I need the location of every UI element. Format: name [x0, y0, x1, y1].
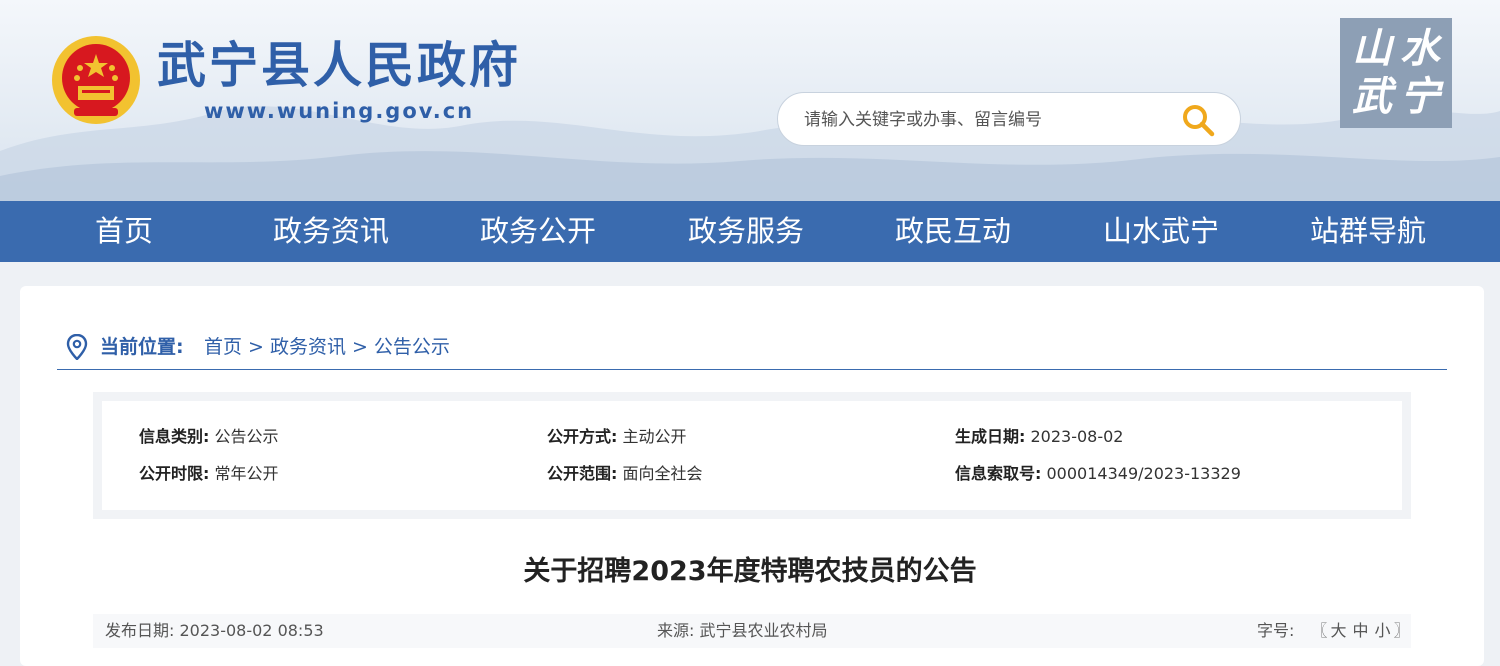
meta-index: 信息索取号: 000014349/2023-13329: [955, 462, 1241, 486]
meta-scope-label: 公开范围:: [547, 464, 618, 483]
publish-info-bar: 发布日期: 2023-08-02 08:53 来源: 武宁县农业农村局 字号: …: [93, 614, 1411, 648]
meta-mode-value: 主动公开: [622, 427, 687, 446]
meta-period-value: 常年公开: [214, 464, 279, 483]
info-metadata-box: [93, 392, 1411, 519]
stamp-char: 水: [1400, 25, 1440, 72]
meta-index-label: 信息索取号:: [955, 464, 1042, 483]
font-bracket-close: 〗: [1393, 621, 1410, 640]
nav-item-disclosure[interactable]: 政务公开: [473, 201, 603, 262]
nav-item-shanshui[interactable]: 山水武宁: [1096, 201, 1226, 262]
meta-category-value: 公告公示: [214, 427, 279, 446]
meta-date-label: 生成日期:: [955, 427, 1026, 446]
article-title: 关于招聘2023年度特聘农技员的公告: [523, 556, 977, 587]
stamp-char: 宁: [1400, 73, 1440, 120]
font-size-small-button[interactable]: 小: [1375, 621, 1391, 640]
site-header: 武宁县人民政府 www.wuning.gov.cn 山 水 武 宁: [0, 0, 1500, 201]
breadcrumb-lead: 当前位置:: [100, 336, 184, 358]
breadcrumb-link-notices[interactable]: 公告公示: [374, 336, 450, 358]
site-title: 武宁县人民政府: [157, 37, 522, 94]
location-pin-icon: [66, 334, 88, 360]
stamp-char: 山: [1352, 25, 1392, 72]
breadcrumb-trail: 首页 > 政务资讯 > 公告公示: [204, 330, 450, 364]
meta-index-value: 000014349/2023-13329: [1046, 464, 1241, 483]
font-size-label: 字号:: [1257, 621, 1295, 640]
nav-item-news[interactable]: 政务资讯: [266, 201, 396, 262]
meta-date: 生成日期: 2023-08-02: [955, 425, 1123, 449]
breadcrumb-separator: >: [248, 336, 264, 358]
publish-date: 发布日期: 2023-08-02 08:53: [105, 614, 324, 648]
info-metadata-inner: [102, 401, 1402, 510]
nav-item-home[interactable]: 首页: [82, 201, 166, 262]
meta-period: 公开时限: 常年公开: [139, 462, 279, 486]
nav-item-services[interactable]: 政务服务: [681, 201, 811, 262]
publish-date-value: 2023-08-02 08:53: [179, 621, 324, 640]
font-size-large-button[interactable]: 大: [1331, 621, 1347, 640]
site-url: www.wuning.gov.cn: [204, 99, 475, 123]
stamp-char: 武: [1352, 73, 1392, 120]
search-input[interactable]: [802, 105, 1166, 135]
meta-scope-value: 面向全社会: [622, 464, 703, 483]
meta-period-label: 公开时限:: [139, 464, 210, 483]
breadcrumb-link-home[interactable]: 首页: [204, 336, 242, 358]
meta-mode-label: 公开方式:: [547, 427, 618, 446]
shanshui-wuning-stamp: 山 水 武 宁: [1340, 18, 1452, 128]
nav-item-interaction[interactable]: 政民互动: [888, 201, 1018, 262]
search-icon[interactable]: [1180, 102, 1216, 138]
publish-source: 来源: 武宁县农业农村局: [657, 614, 828, 648]
nav-item-site-group[interactable]: 站群导航: [1303, 201, 1433, 262]
breadcrumb-separator: >: [351, 336, 368, 358]
font-size-control: 字号: 〖大中小〗: [1257, 614, 1410, 648]
breadcrumb-link-news[interactable]: 政务资讯: [270, 336, 346, 358]
publish-source-label: 来源:: [657, 621, 695, 640]
meta-date-value: 2023-08-02: [1030, 427, 1124, 446]
publish-source-value: 武宁县农业农村局: [699, 621, 828, 640]
breadcrumb-divider: [57, 369, 1447, 370]
meta-category: 信息类别: 公告公示: [139, 425, 279, 449]
meta-mode: 公开方式: 主动公开: [547, 425, 687, 449]
font-size-medium-button[interactable]: 中: [1353, 621, 1369, 640]
national-emblem-icon: [52, 36, 140, 124]
publish-date-label: 发布日期:: [105, 621, 175, 640]
meta-category-label: 信息类别:: [139, 427, 210, 446]
search-box: [777, 92, 1241, 146]
meta-scope: 公开范围: 面向全社会: [547, 462, 703, 486]
font-bracket-open: 〖: [1311, 621, 1328, 640]
main-nav: 首页 政务资讯 政务公开 政务服务 政民互动 山水武宁 站群导航: [0, 201, 1500, 262]
